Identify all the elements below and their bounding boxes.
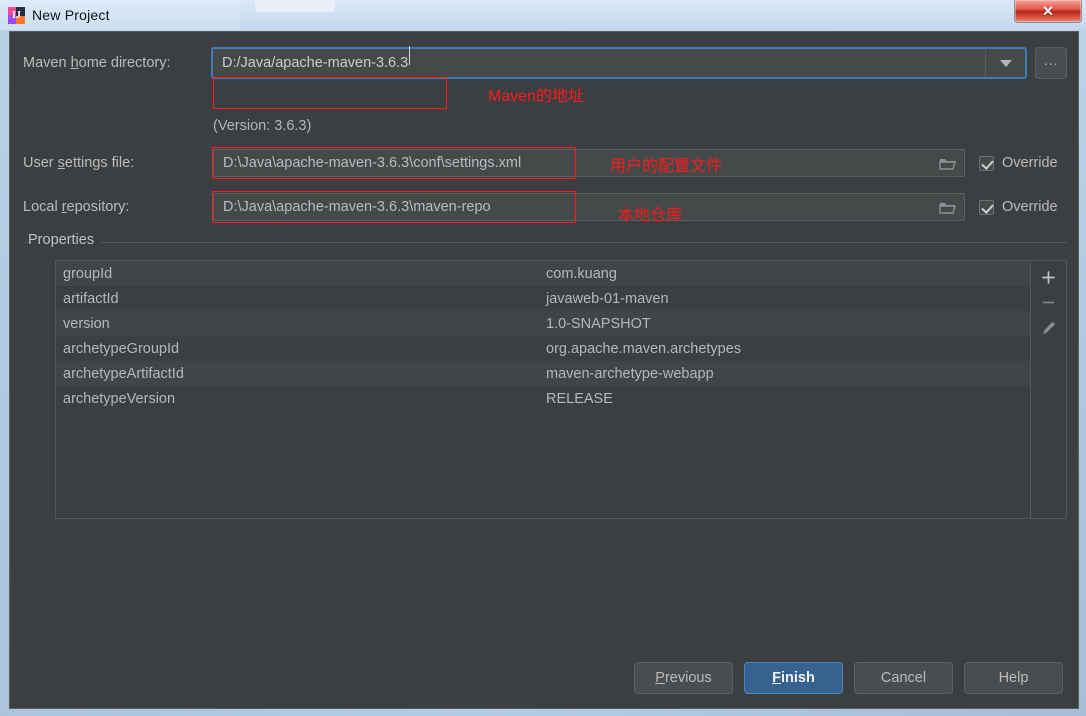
previous-button[interactable]: Previous [634,662,733,694]
add-property-button[interactable] [1034,265,1064,290]
dialog-button-bar: Previous Finish Cancel Help [634,662,1063,694]
user-settings-input[interactable]: D:\Java\apache-maven-3.6.3\conf\settings… [214,155,930,171]
properties-group: Properties groupId com.kuang artifactId jav… [23,232,1067,524]
cancel-button[interactable]: Cancel [854,662,953,694]
new-project-window: IJ New Project ✕ Maven home directory: D… [0,0,1086,716]
property-key: archetypeArtifactId [63,365,184,382]
maven-version-text: (Version: 3.6.3) [213,118,312,134]
properties-group-title: Properties [28,232,102,248]
local-repository-input[interactable]: D:\Java\apache-maven-3.6.3\maven-repo [214,199,930,215]
checkbox-checked-icon[interactable] [979,199,994,215]
window-title: New Project [32,7,110,23]
help-button[interactable]: Help [964,662,1063,694]
maven-home-row: Maven home directory: D:/Java/apache-mav… [23,46,1067,80]
property-value: 1.0-SNAPSHOT [546,315,651,332]
maven-home-combobox[interactable]: D:/Java/apache-maven-3.6.3 [211,46,1028,79]
property-key: artifactId [63,290,119,307]
property-value: RELEASE [546,390,613,407]
maven-home-input[interactable]: D:/Java/apache-maven-3.6.3 [213,46,985,71]
user-settings-field[interactable]: D:\Java\apache-maven-3.6.3\conf\settings… [213,149,965,177]
close-icon: ✕ [1042,2,1054,19]
property-value: javaweb-01-maven [546,290,669,307]
table-row[interactable]: archetypeArtifactId maven-archetype-webap… [56,361,1030,386]
group-divider [23,242,1067,243]
property-value: maven-archetype-webapp [546,365,714,382]
annotation-text-maven-home: Maven的地址 [488,88,585,105]
property-key: groupId [63,265,113,282]
intellij-idea-icon: IJ [8,6,25,24]
close-button[interactable]: ✕ [1014,0,1082,23]
local-repository-field[interactable]: D:\Java\apache-maven-3.6.3\maven-repo [213,193,965,221]
user-settings-label: User settings file: [23,155,135,171]
annotation-box-maven-home [213,77,447,109]
window-titlebar: IJ New Project ✕ [0,0,1086,30]
override-label: Override [1002,199,1058,215]
maven-home-browse-button[interactable]: ... [1035,47,1067,79]
local-repository-row: Local repository: D:\Java\apache-maven-3… [23,192,1067,222]
local-repository-override-checkbox[interactable]: Override [979,199,1058,215]
table-row[interactable]: groupId com.kuang [56,261,1030,286]
desktop-background: IJ New Project ✕ Maven home directory: D… [0,0,1086,716]
properties-panel: groupId com.kuang artifactId javaweb-01-mav… [55,260,1067,519]
chevron-down-icon[interactable] [985,49,1025,77]
folder-browse-icon[interactable] [930,194,964,220]
properties-toolbar [1030,261,1066,518]
checkbox-checked-icon[interactable] [979,155,994,171]
user-settings-override-checkbox[interactable]: Override [979,155,1058,171]
property-key: archetypeGroupId [63,340,180,357]
maven-home-label: Maven home directory: [23,55,171,71]
local-repository-label: Local repository: [23,199,130,215]
finish-button[interactable]: Finish [744,662,843,694]
table-row[interactable]: version 1.0-SNAPSHOT [56,311,1030,336]
new-project-dialog: Maven home directory: D:/Java/apache-mav… [9,31,1079,709]
property-key: version [63,315,110,332]
edit-property-button[interactable] [1034,315,1064,340]
table-row[interactable]: archetypeGroupId org.apache.maven.archety… [56,336,1030,361]
remove-property-button[interactable] [1034,290,1064,315]
properties-table[interactable]: groupId com.kuang artifactId javaweb-01-mav… [56,261,1030,518]
user-settings-row: User settings file: D:\Java\apache-maven… [23,148,1067,178]
property-key: archetypeVersion [63,390,176,407]
folder-browse-icon[interactable] [930,150,964,176]
table-row[interactable]: archetypeVersion RELEASE [56,386,1030,411]
override-label: Override [1002,155,1058,171]
property-value: org.apache.maven.archetypes [546,340,742,357]
property-value: com.kuang [546,265,617,282]
table-row[interactable]: artifactId javaweb-01-maven [56,286,1030,311]
